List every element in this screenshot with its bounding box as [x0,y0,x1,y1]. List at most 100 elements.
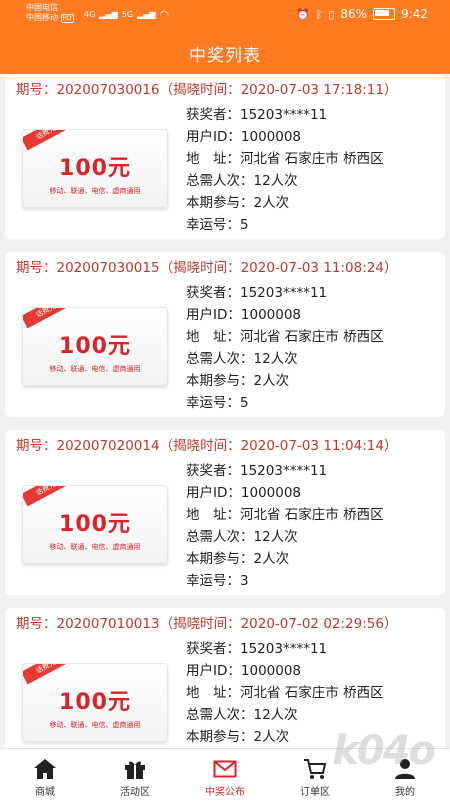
winner-row: 获奖者：15203****11 [186,460,441,482]
coupon-note: 移动、联通、电信、虚商通用 [49,365,141,373]
total-row: 总需人次：12人次 [186,170,441,192]
nav-item-mine[interactable]: 我的 [360,749,450,801]
vibrate-icon: ▯ [328,7,335,21]
bluetooth-icon: ᛒ [315,7,323,21]
address-label: 地 址： [186,329,240,345]
bottom-nav: 商城 活动区 中奖公布 订单区 我的 [0,748,450,801]
joined-label: 本期参与： [186,195,254,211]
address-value: 河北省 石家庄市 桥西区 [240,685,384,701]
coupon-note: 移动、联通、电信、虚商通用 [49,721,141,729]
joined-label: 本期参与： [186,729,254,745]
signal-icon: ▂▄▆ [99,10,118,19]
nav-item-winners[interactable]: 中奖公布 [180,749,270,801]
coupon-amount: 100元 [59,690,131,715]
network-indicators: 4G ▂▄▆ 5G ▂▄▆ ◠ [84,8,169,21]
app-header: 中国电信 中国移动 HD 4G ▂▄▆ 5G ▂▄▆ ◠ ⏰ ᛒ ▯ 86% 9… [0,0,450,74]
nav-item-activity[interactable]: 活动区 [90,749,180,801]
winner-value: 15203****11 [240,107,328,123]
lucky-label: 幸运号： [186,395,240,411]
total-row: 总需人次：12人次 [186,348,441,370]
total-label: 总需人次： [186,173,254,189]
coupon-amount: 100元 [59,334,131,359]
user-id-label: 用户ID： [186,485,241,501]
total-value: 12人次 [253,351,298,367]
carrier-2: 中国移动 [26,13,58,22]
lucky-label: 幸运号： [186,217,240,233]
winner-list[interactable]: 期号：202007030016（揭晓时间：2020-07-03 17:18:11… [0,74,450,748]
home-icon [34,759,56,779]
wifi-icon: ◠ [159,8,170,21]
lucky-value: 3 [240,573,249,589]
address-label: 地 址： [186,685,240,701]
joined-value: 2人次 [253,373,290,389]
joined-row: 本期参与：2人次 [186,192,441,214]
joined-label: 本期参与： [186,373,254,389]
user-icon [395,759,415,779]
carrier-1: 中国电信 [26,3,58,12]
net-2: 5G [121,10,134,19]
alarm-icon: ⏰ [296,7,310,21]
winner-card[interactable]: 期号：202007020014（揭晓时间：2020-07-03 11:04:14… [5,430,445,595]
record-info: 获奖者：15203****11 用户ID：1000008 地 址：河北省 石家庄… [186,638,441,748]
joined-row: 本期参与：2人次 [186,548,441,570]
carrier-info: 中国电信 中国移动 HD [26,3,74,24]
user-id-row: 用户ID：1000008 [186,304,441,326]
joined-label: 本期参与： [186,551,254,567]
joined-value: 2人次 [253,551,290,567]
winner-row: 获奖者：15203****11 [186,104,441,126]
total-value: 12人次 [253,173,298,189]
net-1: 4G [84,10,96,19]
record-info: 获奖者：15203****11 用户ID：1000008 地 址：河北省 石家庄… [186,104,441,236]
status-bar: 中国电信 中国移动 HD 4G ▂▄▆ 5G ▂▄▆ ◠ ⏰ ᛒ ▯ 86% 9… [0,0,450,30]
coupon-amount: 100元 [59,512,131,537]
user-id-value: 1000008 [240,663,302,679]
address-row: 地 址：河北省 石家庄市 桥西区 [186,504,441,526]
coupon-ribbon: 话费充值 [23,664,78,685]
lucky-value: 5 [240,395,249,411]
coupon-note: 移动、联通、电信、虚商通用 [49,187,141,195]
nav-label-winners: 中奖公布 [205,787,245,798]
battery-percent: 86% [340,7,368,21]
user-id-row: 用户ID：1000008 [186,660,441,682]
winner-label: 获奖者： [186,463,240,479]
joined-row: 本期参与：2人次 [186,370,441,392]
hd-badge: HD [60,14,74,23]
clock: 9:42 [401,7,428,21]
nav-item-orders[interactable]: 订单区 [270,749,360,801]
total-value: 12人次 [253,707,298,723]
winner-value: 15203****11 [240,285,328,301]
coupon-image: 话费充值 100元 移动、联通、电信、虚商通用 [22,663,168,742]
lucky-label: 幸运号： [186,573,240,589]
coupon-ribbon: 话费充值 [23,130,78,151]
address-label: 地 址： [186,507,240,523]
total-label: 总需人次： [186,529,254,545]
cart-icon [304,759,327,779]
coupon-amount: 100元 [59,156,131,181]
coupon-image: 话费充值 100元 移动、联通、电信、虚商通用 [22,129,168,208]
winner-card[interactable]: 期号：202007030015（揭晓时间：2020-07-03 11:08:24… [5,252,445,417]
total-label: 总需人次： [186,707,254,723]
winner-value: 15203****11 [240,463,328,479]
winner-row: 获奖者：15203****11 [186,282,441,304]
winner-card[interactable]: 期号：202007010013（揭晓时间：2020-07-02 02:29:56… [5,608,445,748]
winner-label: 获奖者： [186,641,240,657]
nav-item-mall[interactable]: 商城 [0,749,90,801]
total-value: 12人次 [253,529,298,545]
winner-card[interactable]: 期号：202007030016（揭晓时间：2020-07-03 17:18:11… [5,74,445,239]
total-row: 总需人次：12人次 [186,704,441,726]
address-value: 河北省 石家庄市 桥西区 [240,507,384,523]
lucky-row: 幸运号：3 [186,570,441,592]
user-id-value: 1000008 [240,307,302,323]
nav-label-activity: 活动区 [120,787,150,798]
user-id-value: 1000008 [240,129,302,145]
address-value: 河北省 石家庄市 桥西区 [240,151,384,167]
nav-label-orders: 订单区 [300,787,330,798]
address-row: 地 址：河北省 石家庄市 桥西区 [186,148,441,170]
joined-row: 本期参与：2人次 [186,726,441,748]
page-title: 中奖列表 [189,46,261,66]
envelope-icon [213,760,237,778]
address-row: 地 址：河北省 石家庄市 桥西区 [186,682,441,704]
lucky-row: 幸运号：5 [186,214,441,236]
user-id-label: 用户ID： [186,663,241,679]
user-id-label: 用户ID： [186,129,241,145]
